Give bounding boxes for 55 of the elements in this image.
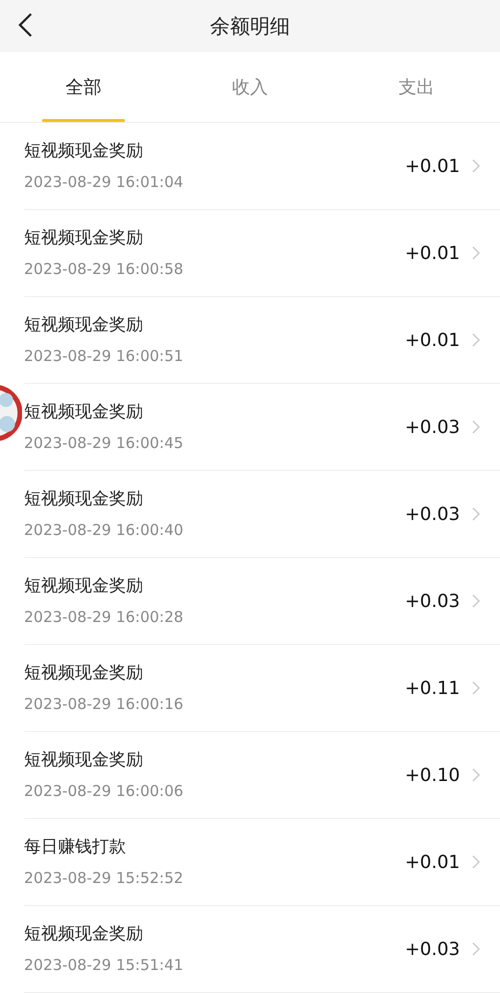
transaction-title: 短视频现金奖励 [24, 662, 144, 685]
transaction-row[interactable]: 短视频现金奖励 2023-08-29 16:00:45 +0.03 [24, 384, 500, 471]
chevron-icon [472, 159, 480, 173]
transaction-amount: +0.03 [404, 590, 460, 614]
transaction-time: 2023-08-29 15:52:52 [24, 868, 184, 888]
chevron-icon [472, 594, 480, 608]
transaction-title: 短视频现金奖励 [24, 314, 144, 337]
transaction-row[interactable]: 短视频现金奖励 2023-08-29 15:51:41 +0.03 [24, 906, 500, 993]
transaction-row[interactable]: 短视频现金奖励 2023-08-29 16:00:51 +0.01 [24, 297, 500, 384]
transaction-amount: +0.01 [404, 328, 460, 352]
tab[interactable]: 支出 [333, 52, 500, 122]
transaction-time: 2023-08-29 16:00:16 [24, 694, 184, 714]
transaction-amount: +0.11 [404, 676, 460, 700]
chevron-icon [472, 768, 480, 782]
transaction-amount: +0.01 [404, 850, 460, 874]
transaction-amount: +0.10 [404, 764, 460, 788]
transaction-time: 2023-08-29 16:00:28 [24, 606, 184, 628]
transaction-amount: +0.01 [404, 242, 460, 266]
transaction-time: 2023-08-29 15:51:41 [24, 954, 184, 976]
transaction-title: 短视频现金奖励 [24, 749, 144, 772]
transaction-amount: +0.03 [404, 938, 460, 962]
transaction-time: 2023-08-29 16:00:40 [24, 520, 184, 540]
transaction-time: 2023-08-29 16:00:51 [24, 346, 184, 366]
transaction-time: 2023-08-29 16:00:45 [24, 432, 184, 454]
chevron-icon [472, 420, 480, 434]
transaction-title: 短视频现金奖励 [24, 227, 144, 250]
transaction-row[interactable]: 短视频现金奖励 2023-08-29 16:00:28 +0.03 [24, 558, 500, 645]
transaction-amount: +0.03 [404, 416, 460, 440]
chevron-icon [472, 246, 480, 260]
chevron-icon [472, 942, 480, 956]
page-title: 余额明细 [210, 13, 290, 40]
transaction-title: 每日赚钱打款 [24, 836, 127, 859]
transaction-title: 短视频现金奖励 [24, 140, 144, 163]
back-icon[interactable] [16, 12, 34, 38]
transaction-amount: +0.03 [404, 502, 460, 526]
transaction-row[interactable]: 短视频现金奖励 2023-08-29 16:00:40 +0.03 [24, 471, 500, 558]
transaction-time: 2023-08-29 16:00:06 [24, 780, 184, 802]
transaction-title: 短视频现金奖励 [24, 401, 144, 424]
tab[interactable]: 收入 [166, 52, 334, 122]
transaction-row[interactable]: 短视频现金奖励 2023-08-29 16:01:04 +0.01 [24, 123, 500, 210]
tab[interactable]: 全部 [0, 52, 167, 122]
chevron-icon [472, 333, 480, 347]
transaction-amount: +0.01 [404, 154, 460, 178]
transaction-time: 2023-08-29 16:00:58 [24, 258, 184, 280]
transaction-row[interactable]: 短视频现金奖励 2023-08-29 16:00:06 +0.10 [24, 732, 500, 819]
transaction-title: 短视频现金奖励 [24, 488, 144, 511]
transaction-row[interactable]: 短视频现金奖励 2023-08-29 16:00:16 +0.11 [24, 645, 500, 732]
transaction-row[interactable]: 短视频现金奖励 2023-08-29 16:00:58 +0.01 [24, 210, 500, 297]
chevron-icon [472, 681, 480, 695]
transaction-title: 短视频现金奖励 [24, 923, 144, 946]
transaction-time: 2023-08-29 16:01:04 [24, 172, 184, 192]
chevron-icon [472, 855, 480, 869]
transaction-title: 短视频现金奖励 [24, 575, 144, 598]
transaction-row[interactable]: 每日赚钱打款 2023-08-29 15:52:52 +0.01 [24, 819, 500, 906]
chevron-icon [472, 507, 480, 521]
